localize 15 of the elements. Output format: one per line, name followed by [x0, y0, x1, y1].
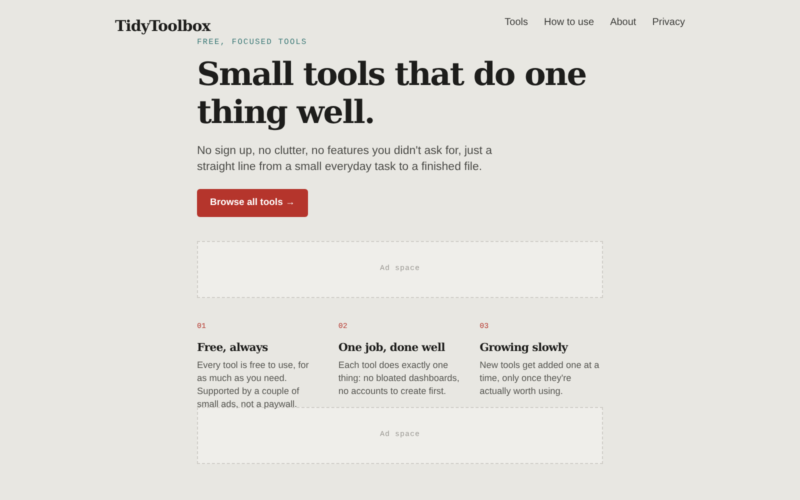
feature-title: One job, done well: [338, 340, 446, 356]
eyebrow-text: FREE, FOCUSED TOOLS: [197, 37, 308, 49]
nav-link[interactable]: About: [610, 15, 636, 30]
hero-heading: Small tools that do one thing well.: [197, 55, 587, 131]
site-logo[interactable]: TidyToolbox: [115, 15, 210, 38]
feature-title: Growing slowly: [480, 340, 570, 356]
feature-description: New tools get added one at a time, only once they're actually worth using.: [480, 359, 600, 398]
hero-description: No sign up, no clutter, no features you didn't ask for, just a straight line from a small everyday task to a finished file.: [197, 144, 493, 175]
browse-tools-button[interactable]: Browse all tools →: [197, 189, 308, 218]
nav-link[interactable]: Privacy: [652, 15, 685, 30]
feature-title: Free, always: [197, 340, 269, 356]
feature-description: Each tool does exactly one thing: no bloated dashboards, no accounts to create first.: [338, 359, 460, 398]
nav-link[interactable]: Tools: [504, 15, 528, 30]
nav-link[interactable]: How to use: [544, 15, 594, 30]
feature-description: Every tool is free to use, for as much as you need. Supported by a couple of small ads, not a paywall.: [197, 359, 310, 411]
